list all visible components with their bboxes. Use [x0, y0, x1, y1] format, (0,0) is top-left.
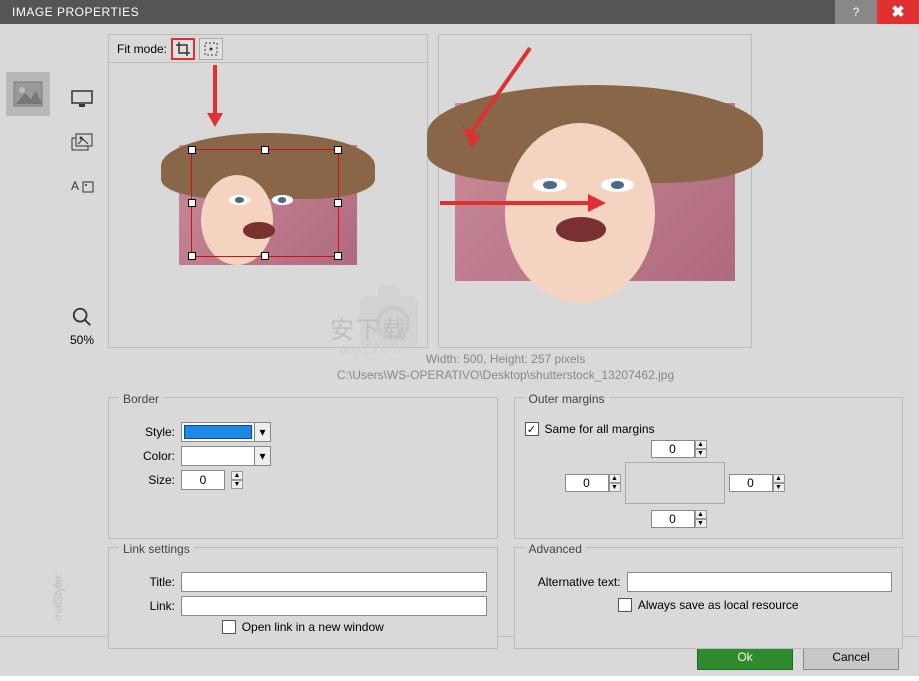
result-panel: Width: ▲▼ Height: ▲▼ — [438, 34, 752, 348]
link-url-label: Link: — [119, 599, 175, 613]
color-combo[interactable]: ▾ — [181, 446, 271, 466]
crop-handle-br[interactable] — [334, 252, 342, 260]
text-image-icon[interactable]: A — [65, 172, 99, 202]
zoom-icon[interactable] — [71, 306, 93, 331]
alt-text-label: Alternative text: — [525, 575, 621, 589]
border-title: Border — [119, 392, 163, 406]
size-label: Size: — [119, 473, 175, 487]
advanced-group: Advanced Alternative text: Always save a… — [514, 547, 904, 649]
margin-top-spinner[interactable]: ▲▼ — [695, 440, 707, 458]
margin-bottom-input[interactable] — [651, 510, 695, 528]
fitmode-fit-button[interactable] — [199, 38, 223, 60]
border-group: Border Style: ▾ Color: ▾ Size: ▲▼ — [108, 397, 498, 539]
margin-left-spinner[interactable]: ▲▼ — [609, 474, 621, 492]
crop-handle-tm[interactable] — [261, 146, 269, 154]
fitmode-label: Fit mode: — [117, 42, 167, 56]
crop-handle-bl[interactable] — [188, 252, 196, 260]
color-label: Color: — [119, 449, 175, 463]
margin-top-input[interactable] — [651, 440, 695, 458]
size-input[interactable] — [181, 470, 225, 490]
local-resource-checkbox[interactable] — [618, 598, 632, 612]
outer-margins-group: Outer margins Same for all margins ▲▼ ▲▼… — [514, 397, 904, 539]
image-metadata: Width: 500, Height: 257 pixels C:\Users\… — [108, 352, 903, 383]
link-group: Link settings Title: Link: Open link in … — [108, 547, 498, 649]
arrow-down-icon — [205, 65, 225, 132]
link-title-input[interactable] — [181, 572, 487, 592]
crop-handle-mr[interactable] — [334, 199, 342, 207]
margin-bottom-spinner[interactable]: ▲▼ — [695, 510, 707, 528]
margin-right-input[interactable] — [729, 474, 773, 492]
window-title: IMAGE PROPERTIES — [12, 5, 139, 19]
fitmode-crop-button[interactable] — [171, 38, 195, 60]
overlay-camera-icon — [360, 296, 418, 346]
help-button[interactable]: ? — [835, 0, 877, 24]
style-combo[interactable]: ▾ — [181, 422, 271, 442]
margin-left-input[interactable] — [565, 474, 609, 492]
outer-title: Outer margins — [525, 392, 609, 406]
newwindow-checkbox[interactable] — [222, 620, 236, 634]
crop-handle-ml[interactable] — [188, 199, 196, 207]
image-placeholder-icon — [6, 72, 50, 116]
margin-right-spinner[interactable]: ▲▼ — [773, 474, 785, 492]
meta-filepath: C:\Users\WS-OPERATIVO\Desktop\shuttersto… — [108, 368, 903, 384]
titlebar: IMAGE PROPERTIES ? ✖ — [0, 0, 919, 24]
crop-handle-tl[interactable] — [188, 146, 196, 154]
link-title: Link settings — [119, 542, 194, 556]
alt-text-input[interactable] — [627, 572, 893, 592]
crop-handle-bm[interactable] — [261, 252, 269, 260]
left-sidebar — [0, 24, 56, 636]
meta-dimensions: Width: 500, Height: 257 pixels — [108, 352, 903, 368]
crop-handle-tr[interactable] — [334, 146, 342, 154]
link-url-input[interactable] — [181, 596, 487, 616]
same-margins-checkbox[interactable] — [525, 422, 539, 436]
style-label: Style: — [119, 425, 175, 439]
crop-rectangle[interactable] — [191, 149, 339, 257]
svg-text:A: A — [71, 179, 79, 193]
link-title-label: Title: — [119, 575, 175, 589]
newwindow-label: Open link in a new window — [242, 620, 384, 634]
local-resource-label: Always save as local resource — [638, 598, 799, 612]
brand-watermark: mailStyler — [24, 576, 72, 621]
same-margins-label: Same for all margins — [545, 422, 655, 436]
size-spinner[interactable]: ▲▼ — [231, 471, 243, 489]
source-image[interactable] — [179, 145, 357, 265]
close-button[interactable]: ✖ — [877, 0, 919, 24]
screen-fit-icon[interactable] — [65, 84, 99, 114]
image-stack-icon[interactable] — [65, 128, 99, 158]
zoom-value: 50% — [70, 333, 94, 347]
tool-column: A 50% — [56, 24, 108, 636]
result-image — [455, 103, 735, 281]
advanced-title: Advanced — [525, 542, 586, 556]
